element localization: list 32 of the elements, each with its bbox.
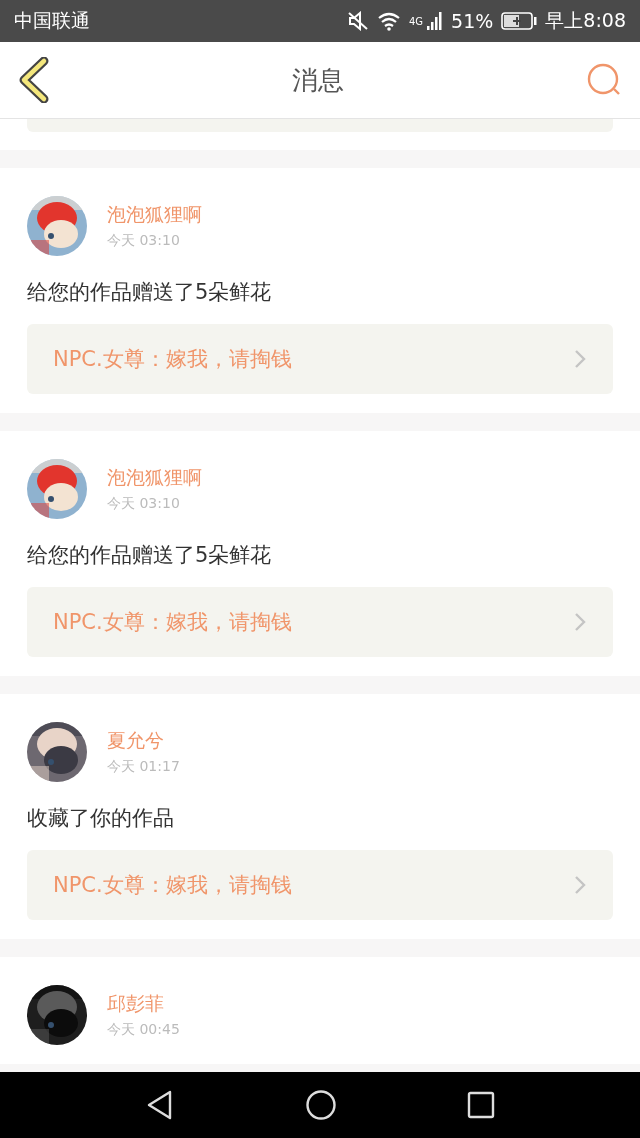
work-link-card[interactable]: NPC.女尊：嫁我，请掏钱 [27, 587, 613, 657]
network-type: 4G [408, 16, 424, 27]
timestamp: 今天 01:17 [107, 758, 180, 776]
signal-icon [427, 12, 444, 30]
chevron-icon [574, 612, 586, 632]
timestamp: 今天 00:45 [107, 1021, 180, 1039]
user-name[interactable]: 邱彭菲 [107, 991, 180, 1017]
message-text: 给您的作品赠送了5朵鲜花 [27, 542, 273, 569]
timestamp: 今天 03:10 [107, 495, 181, 513]
work-title: NPC.女尊：嫁我，请掏钱 [53, 609, 292, 636]
page-title: 消息 [292, 63, 344, 97]
user-name[interactable]: 泡泡狐狸啊 [107, 465, 202, 491]
carrier-name: 中国联通 [14, 8, 90, 33]
battery-icon [501, 12, 538, 30]
timestamp: 今天 03:10 [107, 232, 181, 250]
work-link-card[interactable]: NPC.女尊：嫁我，请掏钱 [27, 850, 613, 920]
message-text: 收藏了你的作品 [27, 805, 175, 832]
chevron-icon [574, 875, 586, 895]
user-name[interactable]: 夏允兮 [107, 728, 180, 754]
work-title: NPC.女尊：嫁我，请掏钱 [53, 346, 292, 373]
wifi-icon [376, 11, 401, 31]
clock: 早上8:08 [545, 8, 626, 33]
recents-nav-icon[interactable] [467, 1091, 495, 1119]
home-nav-icon[interactable] [305, 1089, 337, 1121]
work-title: NPC.女尊：嫁我，请掏钱 [53, 872, 292, 899]
work-link-card[interactable]: NPC.女尊：嫁我，请掏钱 [27, 324, 613, 394]
back-icon[interactable] [18, 57, 50, 103]
message-text: 给您的作品赠送了5朵鲜花 [27, 279, 273, 306]
chevron-icon [574, 349, 586, 369]
mute-icon [346, 11, 369, 31]
user-name[interactable]: 泡泡狐狸啊 [107, 202, 202, 228]
battery-percent: 51% [451, 10, 494, 32]
